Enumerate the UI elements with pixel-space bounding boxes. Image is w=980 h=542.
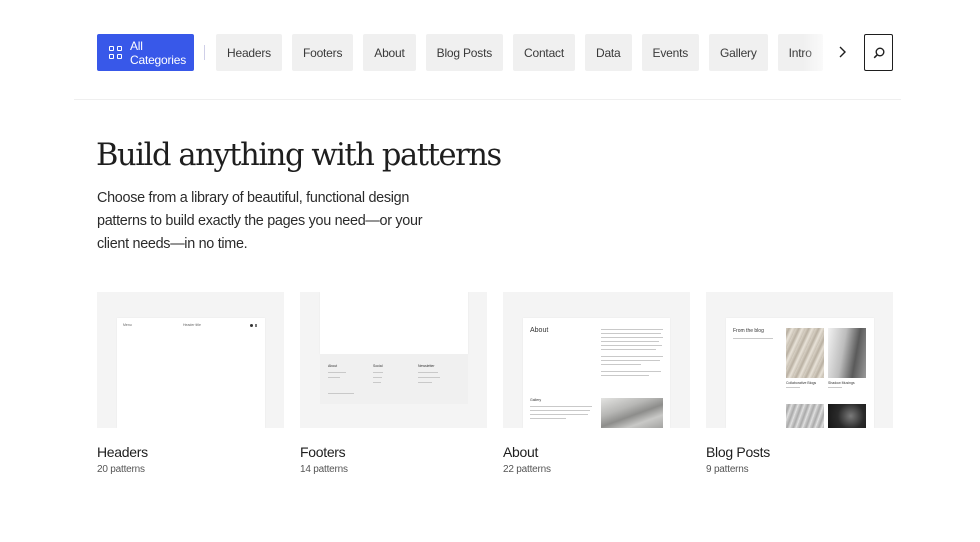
chevron-right-icon[interactable]: [835, 43, 849, 61]
card-count: 20 patterns: [97, 464, 145, 475]
page-title: Build anything with patterns: [96, 138, 502, 173]
pattern-thumbnail[interactable]: From the blog Collaborative Blogs Shadow…: [706, 292, 893, 428]
search-button[interactable]: [864, 34, 893, 71]
category-pill-gallery[interactable]: Gallery: [709, 34, 768, 71]
category-pill-about[interactable]: About: [363, 34, 416, 71]
card-title[interactable]: Footers: [300, 444, 346, 460]
category-pill-data[interactable]: Data: [584, 34, 632, 71]
pattern-card-about[interactable]: About Gallery About 22 patterns: [503, 292, 690, 475]
card-count: 14 patterns: [300, 464, 348, 475]
pattern-thumbnail[interactable]: About Social Newsletter: [300, 292, 487, 428]
card-title[interactable]: Blog Posts: [706, 444, 770, 460]
category-separator: [204, 45, 205, 60]
thumb-blog-post-2: Shadow Musings: [828, 381, 855, 385]
pattern-card-blog-posts[interactable]: From the blog Collaborative Blogs Shadow…: [706, 292, 893, 475]
pattern-thumbnail[interactable]: Menu Header title: [97, 292, 284, 428]
thumb-menu-text: Menu: [123, 323, 132, 327]
thumb-header-title: Header title: [183, 323, 201, 327]
thumb-gallery-heading: Gallery: [530, 398, 542, 402]
thumb-blog-image-4: [828, 404, 866, 428]
category-pill-events[interactable]: Events: [641, 34, 700, 71]
category-pill-headers[interactable]: Headers: [216, 34, 282, 71]
pattern-thumbnail[interactable]: About Gallery: [503, 292, 690, 428]
all-categories-label: All Categories: [130, 38, 187, 67]
thumb-blog-image-3: [786, 404, 824, 428]
card-title[interactable]: About: [503, 444, 538, 460]
thumb-blog-image-2: [828, 328, 866, 378]
thumb-gallery-image: [601, 398, 663, 428]
thumb-footer-newsletter: Newsletter: [418, 364, 435, 368]
page-description: Choose from a library of beautiful, func…: [97, 190, 423, 252]
all-categories-button[interactable]: All Categories: [97, 34, 194, 71]
pattern-card-footers[interactable]: About Social Newsletter Footers 14 patte…: [300, 292, 487, 475]
category-pill-contact[interactable]: Contact: [513, 34, 575, 71]
category-fade: [803, 34, 839, 71]
card-count: 22 patterns: [503, 464, 551, 475]
category-track: Headers Footers About Blog Posts Contact Data…: [216, 34, 839, 71]
search-icon: [873, 47, 884, 58]
thumb-footer-social: Social: [373, 364, 383, 368]
thumb-about-heading: About: [530, 327, 549, 334]
header-divider: [74, 99, 901, 100]
category-pill-blog-posts[interactable]: Blog Posts: [425, 34, 504, 71]
thumb-footer-about: About: [328, 364, 338, 368]
category-pill-footers[interactable]: Footers: [291, 34, 354, 71]
grid-icon: [109, 46, 122, 59]
thumb-blog-image-1: [786, 328, 824, 378]
category-bar: All Categories Headers Footers About Blog P…: [97, 34, 893, 72]
pattern-card-headers[interactable]: Menu Header title Headers 20 patterns: [97, 292, 284, 475]
card-count: 9 patterns: [706, 464, 749, 475]
thumb-blog-post-1: Collaborative Blogs: [786, 381, 817, 385]
category-list: Headers Footers About Blog Posts Contact Data…: [216, 34, 839, 71]
card-title[interactable]: Headers: [97, 444, 148, 460]
thumb-blog-heading: From the blog: [733, 328, 764, 334]
